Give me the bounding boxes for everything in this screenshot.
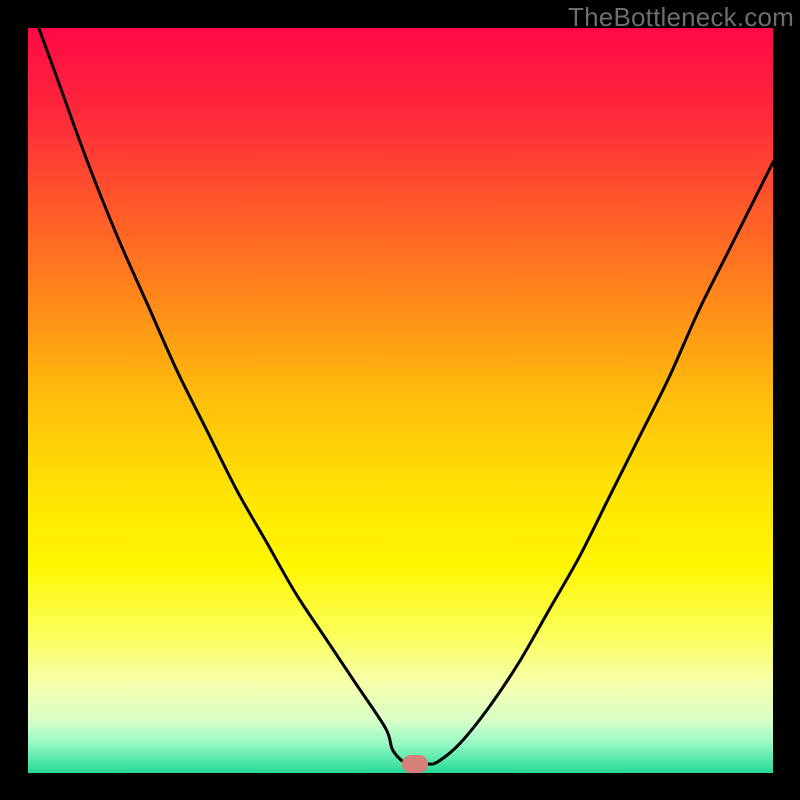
watermark-text: TheBottleneck.com [568,2,794,33]
result-marker [402,755,428,773]
plot-area [28,28,773,773]
curve-line [28,28,773,773]
